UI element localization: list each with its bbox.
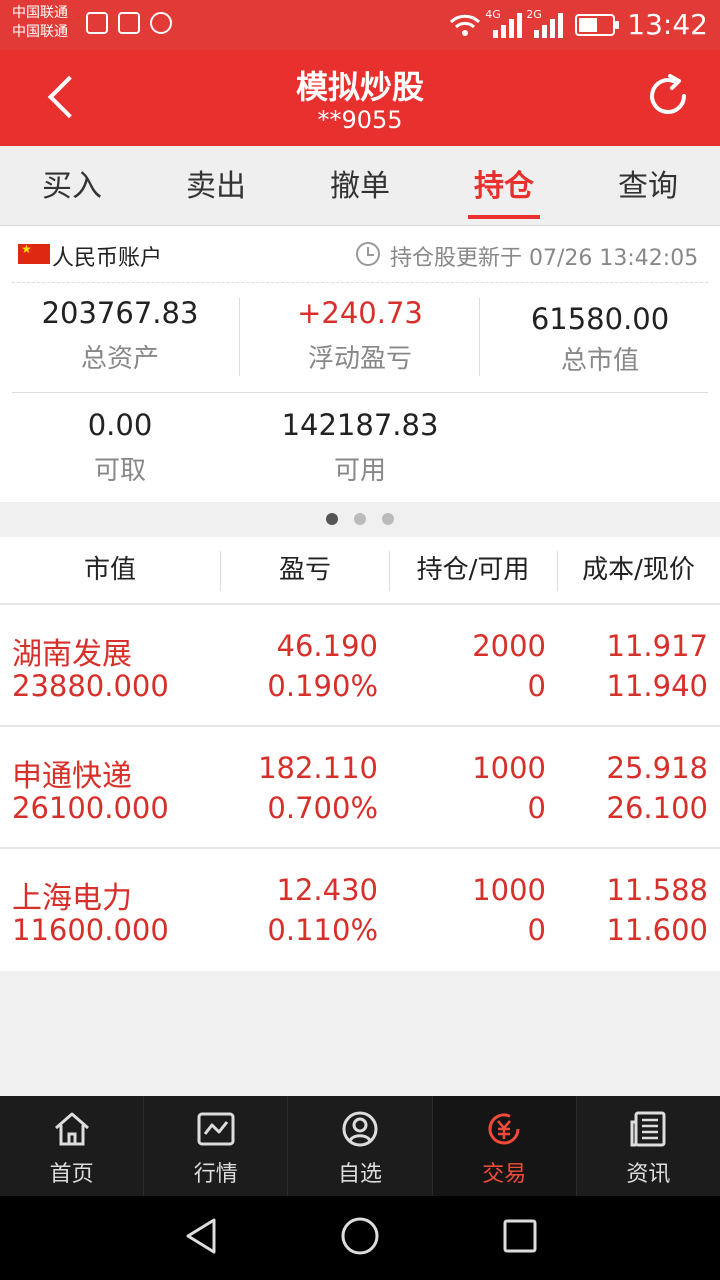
- battery-icon: [575, 13, 620, 36]
- account-summary[interactable]: 人民币账户 持仓股更新于 07/26 13:42:05 203767.83 总资…: [0, 226, 720, 502]
- tab-cancel-order[interactable]: 撤单: [288, 146, 432, 225]
- withdrawable: 0.00 可取: [87, 408, 153, 486]
- stock-price: 11.600: [606, 913, 708, 947]
- tab-sell[interactable]: 卖出: [144, 146, 288, 225]
- stock-pl: 12.430: [276, 873, 378, 907]
- stock-name: 申通快递: [12, 759, 132, 794]
- home-circle-icon[interactable]: [340, 1216, 380, 1256]
- system-navigation-bar: [0, 1196, 720, 1280]
- nav-news[interactable]: 资讯: [577, 1096, 720, 1196]
- carrier-2: 中国联通: [12, 24, 68, 40]
- nav-market[interactable]: 行情: [144, 1096, 289, 1196]
- available-funds: 142187.83 可用: [281, 408, 439, 486]
- stock-pl-percent: 0.700%: [267, 791, 378, 825]
- account-number: **9055: [317, 106, 403, 134]
- app-header: 模拟炒股 **9055: [0, 50, 720, 146]
- stock-position: 2000: [472, 629, 546, 663]
- refresh-icon[interactable]: [644, 72, 692, 120]
- home-icon: [54, 1112, 89, 1146]
- china-flag-icon: [18, 242, 50, 264]
- header-position[interactable]: 持仓/可用: [389, 537, 557, 603]
- network-4g-label: 4G: [485, 7, 501, 21]
- holding-row[interactable]: 湖南发展 23880.000 46.190 0.190% 2000 0 11.9…: [0, 605, 720, 727]
- stock-position: 1000: [472, 751, 546, 785]
- trade-tabs: 买入 卖出 撤单 持仓 查询: [0, 146, 720, 226]
- page-dot: [354, 513, 366, 525]
- stock-pl-percent: 0.190%: [267, 669, 378, 703]
- tab-positions[interactable]: 持仓: [432, 146, 576, 225]
- stock-name: 湖南发展: [12, 637, 132, 672]
- page-dot: [382, 513, 394, 525]
- total-market-value: 61580.00 总市值: [530, 302, 670, 376]
- nav-home[interactable]: 首页: [0, 1096, 145, 1196]
- bottom-navigation: 首页 行情 自选 交易 资讯: [0, 1096, 720, 1196]
- update-timestamp: 持仓股更新于 07/26 13:42:05: [390, 246, 699, 271]
- page-indicator: [0, 502, 720, 536]
- account-type-label: 人民币账户: [52, 246, 163, 271]
- signal-4g-icon: 4G: [485, 8, 523, 38]
- total-assets: 203767.83 总资产: [41, 296, 199, 374]
- signal-2g-icon: 2G: [526, 8, 564, 38]
- stock-pl-percent: 0.110%: [267, 913, 378, 947]
- carrier-1: 中国联通: [12, 5, 68, 21]
- clock-icon: [356, 242, 380, 266]
- chart-icon: [197, 1112, 235, 1146]
- floating-pl: +240.73 浮动盈亏: [297, 296, 423, 374]
- yuan-icon: [488, 1113, 520, 1145]
- holdings-list: 湖南发展 23880.000 46.190 0.190% 2000 0 11.9…: [0, 605, 720, 971]
- carrier-info: 中国联通 中国联通: [12, 4, 68, 42]
- stock-price: 11.940: [606, 669, 708, 703]
- news-icon: [630, 1111, 666, 1147]
- stock-cost: 25.918: [606, 751, 708, 785]
- nav-trade[interactable]: 交易: [432, 1096, 577, 1196]
- holdings-table-header: 市值 盈亏 持仓/可用 成本/现价: [0, 537, 720, 605]
- stock-market-value: 26100.000: [12, 791, 169, 825]
- stock-name: 上海电力: [12, 881, 132, 916]
- tab-buy[interactable]: 买入: [0, 146, 144, 225]
- nav-watchlist[interactable]: 自选: [288, 1096, 433, 1196]
- holding-row[interactable]: 上海电力 11600.000 12.430 0.110% 1000 0 11.5…: [0, 849, 720, 971]
- back-triangle-icon[interactable]: [182, 1216, 222, 1256]
- header-market-value[interactable]: 市值: [0, 537, 220, 603]
- stock-cost: 11.917: [606, 629, 708, 663]
- stock-market-value: 11600.000: [12, 913, 169, 947]
- stock-available: 0: [527, 669, 546, 703]
- stock-pl: 46.190: [276, 629, 378, 663]
- header-cost-price[interactable]: 成本/现价: [557, 537, 720, 603]
- clock-time: 13:42: [627, 8, 708, 41]
- upload-icon: [86, 12, 108, 34]
- network-2g-label: 2G: [526, 7, 542, 21]
- stock-price: 26.100: [606, 791, 708, 825]
- holding-row[interactable]: 申通快递 26100.000 182.110 0.700% 1000 0 25.…: [0, 727, 720, 849]
- wifi-icon: [450, 14, 481, 36]
- stock-position: 1000: [472, 873, 546, 907]
- page-dot: [326, 513, 338, 525]
- header-pl[interactable]: 盈亏: [220, 537, 390, 603]
- blocked-icon: [150, 12, 172, 34]
- stock-available: 0: [527, 791, 546, 825]
- tab-query[interactable]: 查询: [576, 146, 720, 225]
- stock-cost: 11.588: [606, 873, 708, 907]
- page-title: 模拟炒股: [295, 68, 424, 106]
- image-icon: [118, 12, 140, 34]
- stock-pl: 182.110: [258, 751, 378, 785]
- status-bar: 中国联通 中国联通 4G 2G 13:42: [0, 0, 720, 50]
- stock-available: 0: [527, 913, 546, 947]
- recent-apps-icon[interactable]: [502, 1218, 538, 1254]
- stock-market-value: 23880.000: [12, 669, 169, 703]
- user-icon: [342, 1111, 378, 1147]
